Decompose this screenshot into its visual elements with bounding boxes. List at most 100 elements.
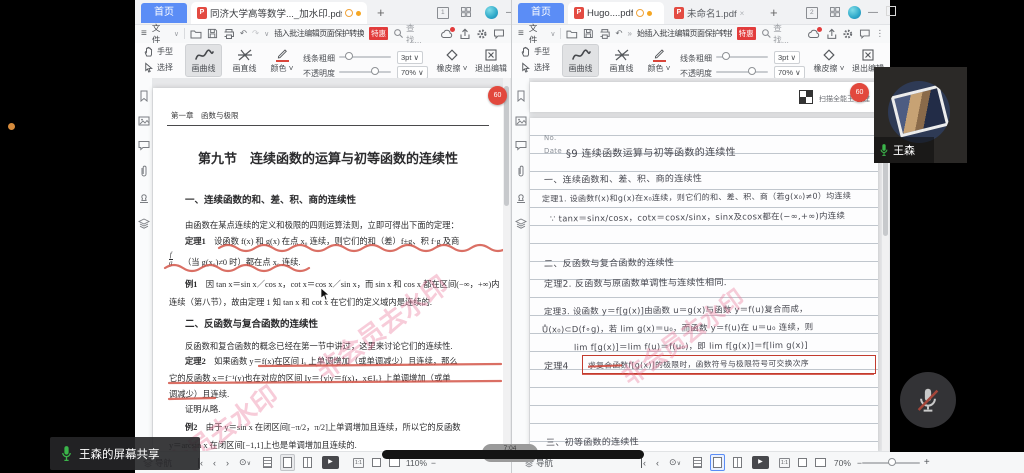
webcam-overlay[interactable]: 王森 [874, 67, 967, 163]
undo-icon[interactable]: ↶ [240, 28, 247, 39]
gear-icon[interactable] [476, 28, 488, 40]
exit-edit-button[interactable]: 退出编辑 [472, 44, 510, 77]
new-tab-button[interactable]: + [377, 5, 385, 20]
single-page-view-selected[interactable] [710, 454, 725, 471]
zoom-in-button[interactable]: + [924, 457, 930, 468]
prev-page-button[interactable]: ‹ [213, 458, 216, 468]
draw-curve-tool[interactable]: 画曲线 [562, 44, 599, 77]
hand-tool[interactable]: 手型 [520, 46, 550, 57]
home-tab[interactable]: 首页 [518, 3, 564, 23]
grid-view-icon[interactable] [461, 7, 471, 17]
fit-page-button[interactable] [389, 458, 400, 467]
hamburger-icon[interactable]: ≡ [141, 28, 147, 39]
hamburger-icon[interactable]: ≡ [518, 28, 524, 39]
account-avatar[interactable] [485, 6, 498, 19]
select-tool[interactable]: 选择 [143, 62, 173, 73]
promo-badge[interactable]: 特惠 [737, 27, 756, 40]
view-mode-dropdown[interactable]: ⊙∨ [239, 457, 251, 468]
comment-icon[interactable] [515, 140, 527, 151]
layers-icon[interactable] [515, 218, 527, 229]
grid-view-icon[interactable] [830, 7, 840, 17]
fit-width-button[interactable] [798, 458, 807, 467]
select-tool[interactable]: 选择 [520, 62, 550, 73]
color-tool[interactable]: 颜色 ˅ [266, 44, 298, 77]
thickness-slider[interactable] [716, 56, 768, 58]
stamp-icon[interactable] [138, 192, 150, 204]
single-page-view-selected[interactable] [280, 454, 295, 471]
save-icon[interactable] [207, 28, 218, 39]
fit-width-button[interactable] [372, 458, 381, 467]
draw-line-tool[interactable]: 画直线 [603, 44, 640, 77]
zoom-slider[interactable] [862, 462, 920, 464]
first-page-button[interactable]: ‹ [641, 458, 646, 468]
attachment-icon[interactable] [139, 165, 149, 178]
eraser-tool[interactable]: 橡皮擦 ˅ [435, 44, 469, 77]
account-avatar[interactable] [848, 6, 861, 19]
right-doc-tab-2[interactable]: P 未命名1.pdf × [668, 2, 762, 24]
page-layout-icon[interactable]: 2 [806, 7, 818, 19]
draw-curve-tool[interactable]: 画曲线 [185, 44, 222, 77]
draw-line-tool[interactable]: 画直线 [226, 44, 263, 77]
print-icon[interactable] [599, 28, 611, 40]
continuous-view-icon[interactable] [693, 457, 702, 468]
bookmark-icon[interactable] [516, 90, 526, 102]
presentation-play-button[interactable]: ▶ [322, 456, 339, 469]
undo-icon[interactable]: ↶ [615, 28, 622, 39]
open-folder-icon[interactable] [566, 28, 578, 40]
promo-ball-badge[interactable]: 60 [488, 86, 507, 105]
ribbon-menu-items[interactable]: 插入批注编辑页面保护转换 [274, 28, 364, 39]
print-icon[interactable] [223, 28, 235, 40]
mic-muted-button[interactable] [900, 372, 956, 428]
gear-icon[interactable] [842, 28, 854, 40]
two-page-view-icon[interactable] [303, 457, 312, 468]
cloud-sync-icon[interactable] [807, 28, 821, 40]
two-page-view-icon[interactable] [733, 457, 742, 468]
right-doc-tab-1[interactable]: P Hugo....pdf [568, 2, 664, 24]
file-menu[interactable]: 文件 [152, 22, 169, 46]
thumbnail-icon[interactable] [515, 116, 527, 126]
share-scrub-bar[interactable] [382, 450, 644, 459]
continuous-view-icon[interactable] [263, 457, 272, 468]
save-icon[interactable] [583, 28, 594, 39]
stamp-icon[interactable] [515, 192, 527, 204]
layers-icon[interactable] [138, 218, 150, 229]
promo-badge[interactable]: 特惠 [369, 27, 388, 40]
attachment-icon[interactable] [516, 165, 526, 178]
zoom-level[interactable]: 110% [406, 458, 427, 468]
page-layout-icon[interactable]: 1 [437, 7, 449, 19]
view-mode-dropdown[interactable]: ⊙∨ [669, 457, 681, 468]
maximize-button[interactable] [886, 6, 896, 16]
opacity-slider[interactable] [339, 71, 391, 73]
home-tab[interactable]: 首页 [141, 3, 187, 23]
open-folder-icon[interactable] [190, 28, 202, 40]
new-tab-button[interactable]: + [770, 5, 778, 20]
file-menu[interactable]: 文件 [529, 22, 546, 46]
screen-share-indicator[interactable]: 王森的屏幕共享 [50, 437, 200, 470]
prev-page-button[interactable]: ‹ [656, 458, 659, 468]
right-note-page[interactable]: No. Date §9 连续函数运算与初等函数的连续性 一、连续函数和、差、积、… [530, 118, 878, 452]
share-icon[interactable] [826, 28, 838, 40]
fit-page-button[interactable] [815, 458, 826, 467]
bookmark-icon[interactable] [139, 90, 149, 102]
comment-icon[interactable] [138, 140, 150, 151]
actual-size-button[interactable]: 1:1 [779, 458, 790, 468]
eraser-tool[interactable]: 橡皮擦 ˅ [812, 44, 846, 77]
overflow-icon[interactable]: » [628, 29, 632, 38]
opacity-slider[interactable] [716, 71, 768, 73]
left-scrollbar[interactable] [503, 78, 510, 452]
feedback-chat-icon[interactable] [859, 28, 871, 40]
zoom-level[interactable]: 70% [834, 458, 851, 468]
left-doc-tab[interactable]: P 同济大学高等数学..._加水印.pdf [191, 2, 367, 24]
more-vertical-icon[interactable]: ⋮ [875, 28, 884, 39]
minimize-button[interactable]: — [868, 8, 878, 18]
search-box[interactable]: 查找... [761, 22, 797, 46]
next-page-button[interactable]: › [226, 458, 229, 468]
zoom-out-button[interactable]: − [431, 458, 436, 468]
thumbnail-icon[interactable] [138, 116, 150, 126]
share-icon[interactable] [459, 28, 471, 40]
cloud-sync-icon[interactable] [440, 28, 454, 40]
actual-size-button[interactable]: 1:1 [353, 458, 364, 468]
close-tab-icon[interactable]: × [740, 9, 745, 18]
left-pdf-page[interactable]: 第一章 函数与极限 第九节 连续函数的运算与初等函数的连续性 一、连续函数的和、… [153, 88, 503, 452]
feedback-chat-icon[interactable] [493, 28, 505, 40]
